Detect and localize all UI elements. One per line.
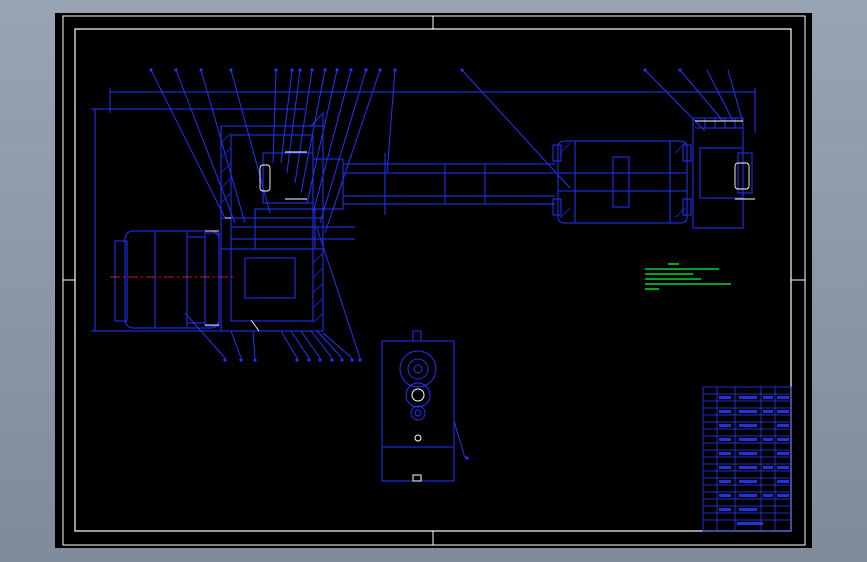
roller-drum [557,140,688,224]
cad-drawing [62,15,806,546]
main-assembly [91,69,756,359]
inner-border [74,28,792,532]
gearbox-side-view [381,330,466,482]
drawing-sheet [55,13,812,548]
centering-marks [63,16,805,545]
leader-lines-top [150,69,744,234]
section-hatching [220,132,686,324]
part-balloons-top [149,68,682,72]
part-balloons-bottom [223,358,469,460]
leader-lines-bottom [184,227,361,359]
outer-frame [62,15,806,546]
technical-notes [645,263,731,290]
